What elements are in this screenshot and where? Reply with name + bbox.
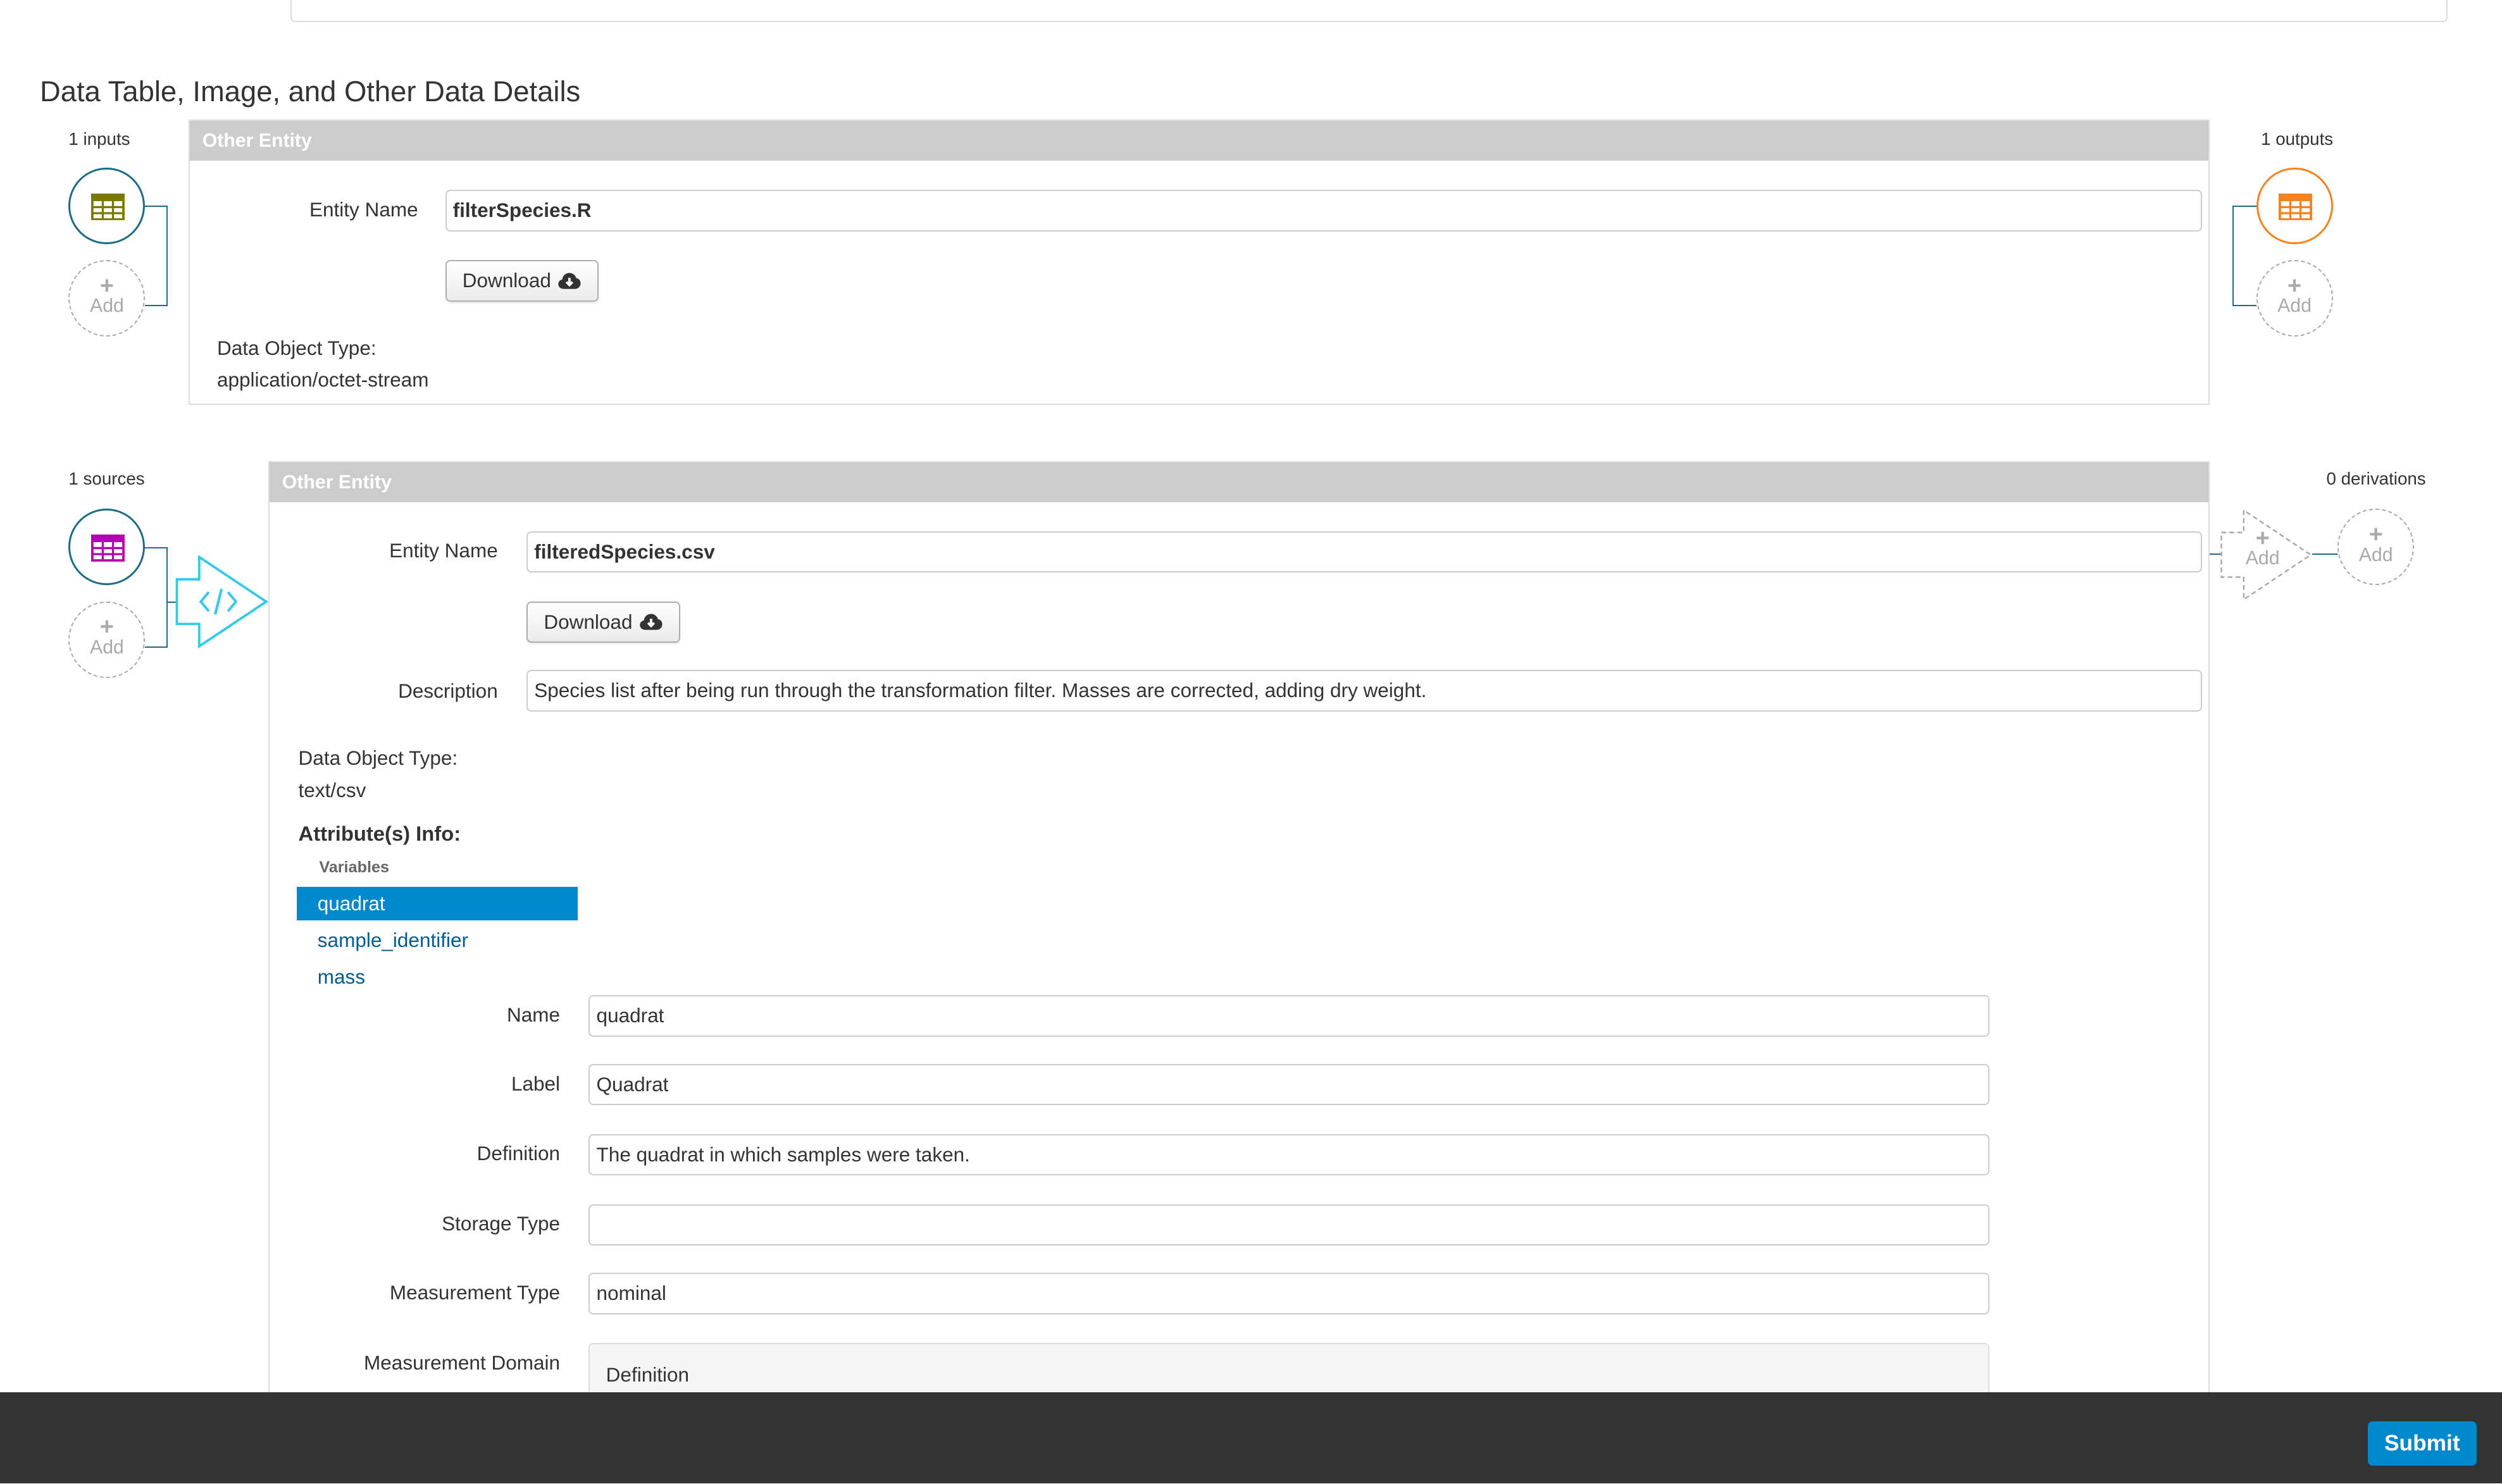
output-connector (2232, 206, 2256, 307)
data-object-type-value: text/csv (298, 778, 366, 801)
variable-item-mass[interactable]: mass (297, 960, 578, 994)
attribute-label-label: Label (511, 1072, 561, 1095)
plus-icon: + (2255, 524, 2270, 552)
inputs-count-label: 1 inputs (68, 129, 130, 149)
plus-icon: + (2368, 521, 2383, 548)
download-button[interactable]: Download (526, 601, 680, 643)
add-program-button[interactable]: + Add (2220, 509, 2315, 604)
storage-type-input[interactable] (588, 1204, 1990, 1246)
description-input[interactable]: Species list after being run through the… (526, 670, 2202, 712)
plus-icon: + (2287, 272, 2302, 299)
add-source-button[interactable]: + Add (68, 601, 146, 678)
data-object-type-label: Data Object Type: (298, 746, 458, 770)
plus-icon: + (99, 614, 114, 641)
description-label: Description (398, 679, 498, 703)
data-object-type-value: application/octet-stream (216, 368, 429, 392)
attribute-definition-label: Definition (476, 1142, 561, 1165)
source-data-node[interactable] (68, 509, 146, 586)
measurement-domain-definition-tab[interactable]: Definition (606, 1363, 689, 1387)
panel-header: Other Entity (189, 121, 2209, 161)
entity-name-input[interactable]: filterSpecies.R (445, 190, 2202, 232)
panel-header: Other Entity (269, 462, 2209, 502)
variable-item-sample-identifier[interactable]: sample_identifier (297, 924, 578, 957)
sources-count-label: 1 sources (68, 469, 145, 489)
attribute-definition-input[interactable]: The quadrat in which samples were taken. (588, 1134, 1990, 1176)
entity-name-label: Entity Name (309, 197, 418, 221)
source-connector (145, 547, 168, 648)
data-object-type-label: Data Object Type: (216, 337, 377, 360)
input-data-node[interactable] (68, 167, 146, 244)
add-derivation-button[interactable]: + Add (2337, 509, 2415, 586)
attributes-heading: Attribute(s) Info: (298, 821, 461, 845)
variables-list: quadrat sample_identifier mass (297, 887, 578, 994)
storage-type-label: Storage Type (442, 1212, 561, 1235)
plus-icon: + (99, 272, 114, 299)
table-icon (2279, 193, 2313, 221)
download-button[interactable]: Download (445, 260, 599, 302)
attribute-label-input[interactable]: Quadrat (588, 1063, 1990, 1106)
input-connector (145, 206, 168, 307)
page: Data Table, Image, and Other Data Detail… (0, 0, 2502, 1484)
attribute-name-label: Name (506, 1003, 561, 1027)
submit-button[interactable]: Submit (2368, 1421, 2477, 1466)
measurement-type-input[interactable]: nominal (588, 1273, 1990, 1314)
variable-item-quadrat[interactable]: quadrat (297, 887, 578, 920)
outputs-count-label: 1 outputs (2261, 129, 2334, 149)
entity-name-label: Entity Name (389, 539, 498, 562)
attribute-name-input[interactable]: quadrat (588, 995, 1990, 1037)
table-icon (91, 193, 125, 221)
derivation-connector-2 (2312, 553, 2338, 555)
entity-name-input[interactable]: filteredSpecies.csv (526, 531, 2202, 573)
add-output-button[interactable]: + Add (2256, 260, 2333, 337)
cloud-download-icon (639, 614, 663, 631)
section-title: Data Table, Image, and Other Data Detail… (40, 75, 581, 108)
output-data-node[interactable] (2256, 167, 2333, 244)
footer-bar (0, 1392, 2502, 1484)
previous-section-box (290, 0, 2448, 23)
derivations-count-label: 0 derivations (2326, 469, 2426, 489)
variables-heading: Variables (319, 858, 390, 876)
table-icon (91, 535, 125, 562)
measurement-type-label: Measurement Type (389, 1280, 561, 1304)
add-input-button[interactable]: + Add (68, 260, 146, 337)
measurement-domain-label: Measurement Domain (364, 1351, 561, 1374)
cloud-download-icon (558, 273, 581, 289)
program-node-icon[interactable] (175, 555, 271, 651)
